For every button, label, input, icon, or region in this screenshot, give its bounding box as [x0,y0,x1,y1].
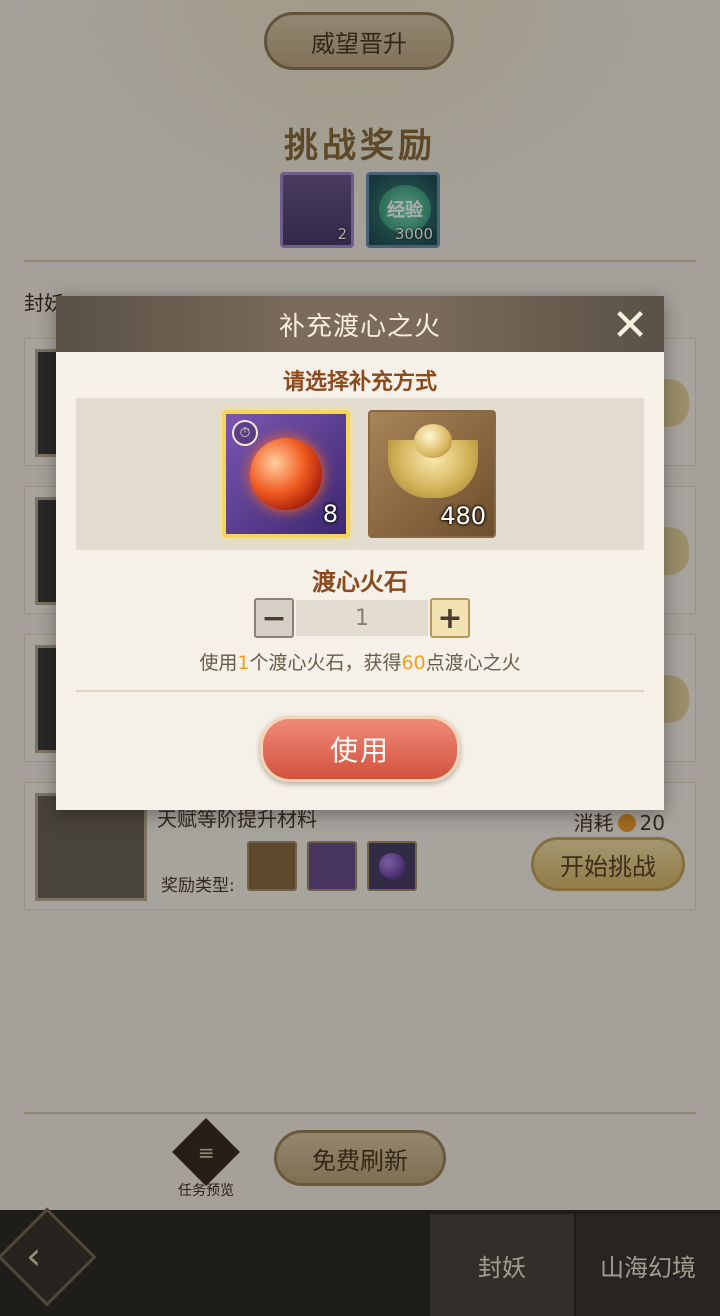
option-fire-stone[interactable]: ⏱ 8 [222,410,350,538]
decrease-button[interactable]: − [254,598,294,638]
desc-suffix: 点渡心之火 [425,652,521,674]
gold-ingot-icon [388,424,478,498]
dialog-title: 补充渡心之火 [278,311,441,342]
close-icon[interactable]: ✕ [606,302,654,350]
quantity-stepper: − 1 + [254,598,470,638]
desc-points: 60 [401,652,426,674]
option-gold-ingot[interactable]: 480 [368,410,496,538]
clock-icon: ⏱ [232,420,258,446]
desc-count: 1 [237,652,250,674]
use-button[interactable]: 使用 [260,716,460,782]
desc-middle: 个渡心火石，获得 [249,652,402,674]
fire-stone-icon [250,438,322,510]
desc-prefix: 使用 [199,652,238,674]
dialog-header: 补充渡心之火 [56,296,664,352]
option-quantity: 8 [322,500,338,528]
refill-fire-dialog: 补充渡心之火 ✕ 请选择补充方式 ⏱ 8 480 渡心火石 − 1 + 使用1个… [56,296,664,810]
increase-button[interactable]: + [430,598,470,638]
selected-item-name: 渡心火石 [312,568,408,596]
divider [76,690,644,692]
use-description: 使用1个渡心火石，获得60点渡心之火 [56,648,664,675]
dialog-subtitle: 请选择补充方式 [282,370,437,395]
option-quantity: 480 [440,502,486,530]
refill-options-panel: ⏱ 8 480 [76,398,644,550]
quantity-field[interactable]: 1 [296,600,428,636]
